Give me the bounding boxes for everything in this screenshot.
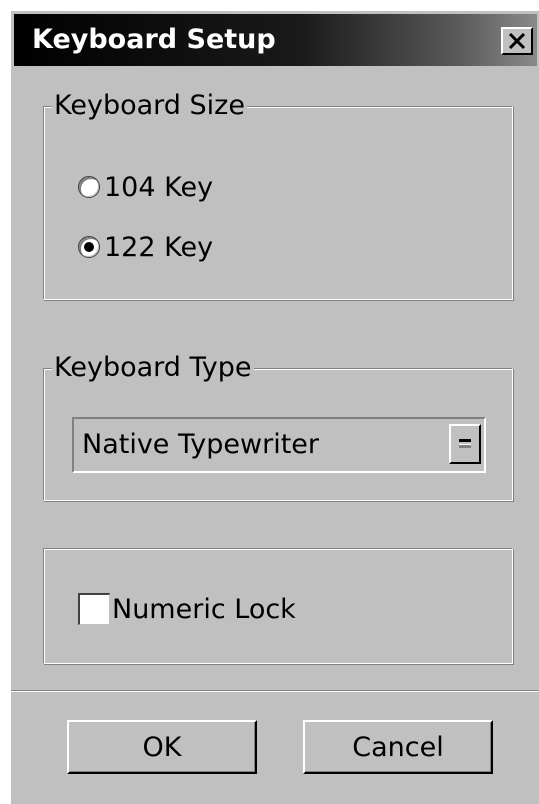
- keyboard-type-legend: Keyboard Type: [52, 350, 254, 386]
- radio-label-104: 104 Key: [104, 171, 214, 203]
- keyboard-type-group: Keyboard Type Native Typewriter: [43, 350, 513, 501]
- ok-button[interactable]: OK: [67, 720, 257, 774]
- dropdown-button[interactable]: [449, 424, 481, 464]
- keyboard-type-dropdown[interactable]: Native Typewriter: [72, 417, 486, 473]
- radio-button-122[interactable]: [78, 236, 100, 258]
- numeric-lock-row[interactable]: Numeric Lock: [78, 589, 296, 629]
- window-title: Keyboard Setup: [32, 24, 276, 55]
- cancel-button[interactable]: Cancel: [303, 720, 493, 774]
- numeric-lock-group: Numeric Lock: [43, 548, 513, 664]
- title-bar[interactable]: Keyboard Setup: [14, 14, 537, 66]
- radio-button-104[interactable]: [78, 176, 100, 198]
- keyboard-setup-dialog: Keyboard Setup Keyboard Size 104 Key 122…: [10, 10, 539, 804]
- keyboard-type-value: Native Typewriter: [82, 429, 320, 460]
- radio-label-122: 122 Key: [104, 231, 214, 263]
- close-button[interactable]: [501, 27, 533, 55]
- radio-122-key[interactable]: 122 Key: [78, 229, 213, 265]
- radio-selected-dot: [84, 242, 94, 252]
- radio-104-key[interactable]: 104 Key: [78, 169, 213, 205]
- numeric-lock-label: Numeric Lock: [112, 593, 296, 625]
- keyboard-size-legend: Keyboard Size: [52, 88, 247, 124]
- keyboard-size-group: Keyboard Size 104 Key 122 Key: [43, 88, 513, 300]
- footer-divider: [11, 690, 538, 692]
- dropdown-arrow-icon: [459, 439, 471, 448]
- close-icon: [508, 32, 526, 50]
- numeric-lock-checkbox[interactable]: [78, 593, 110, 625]
